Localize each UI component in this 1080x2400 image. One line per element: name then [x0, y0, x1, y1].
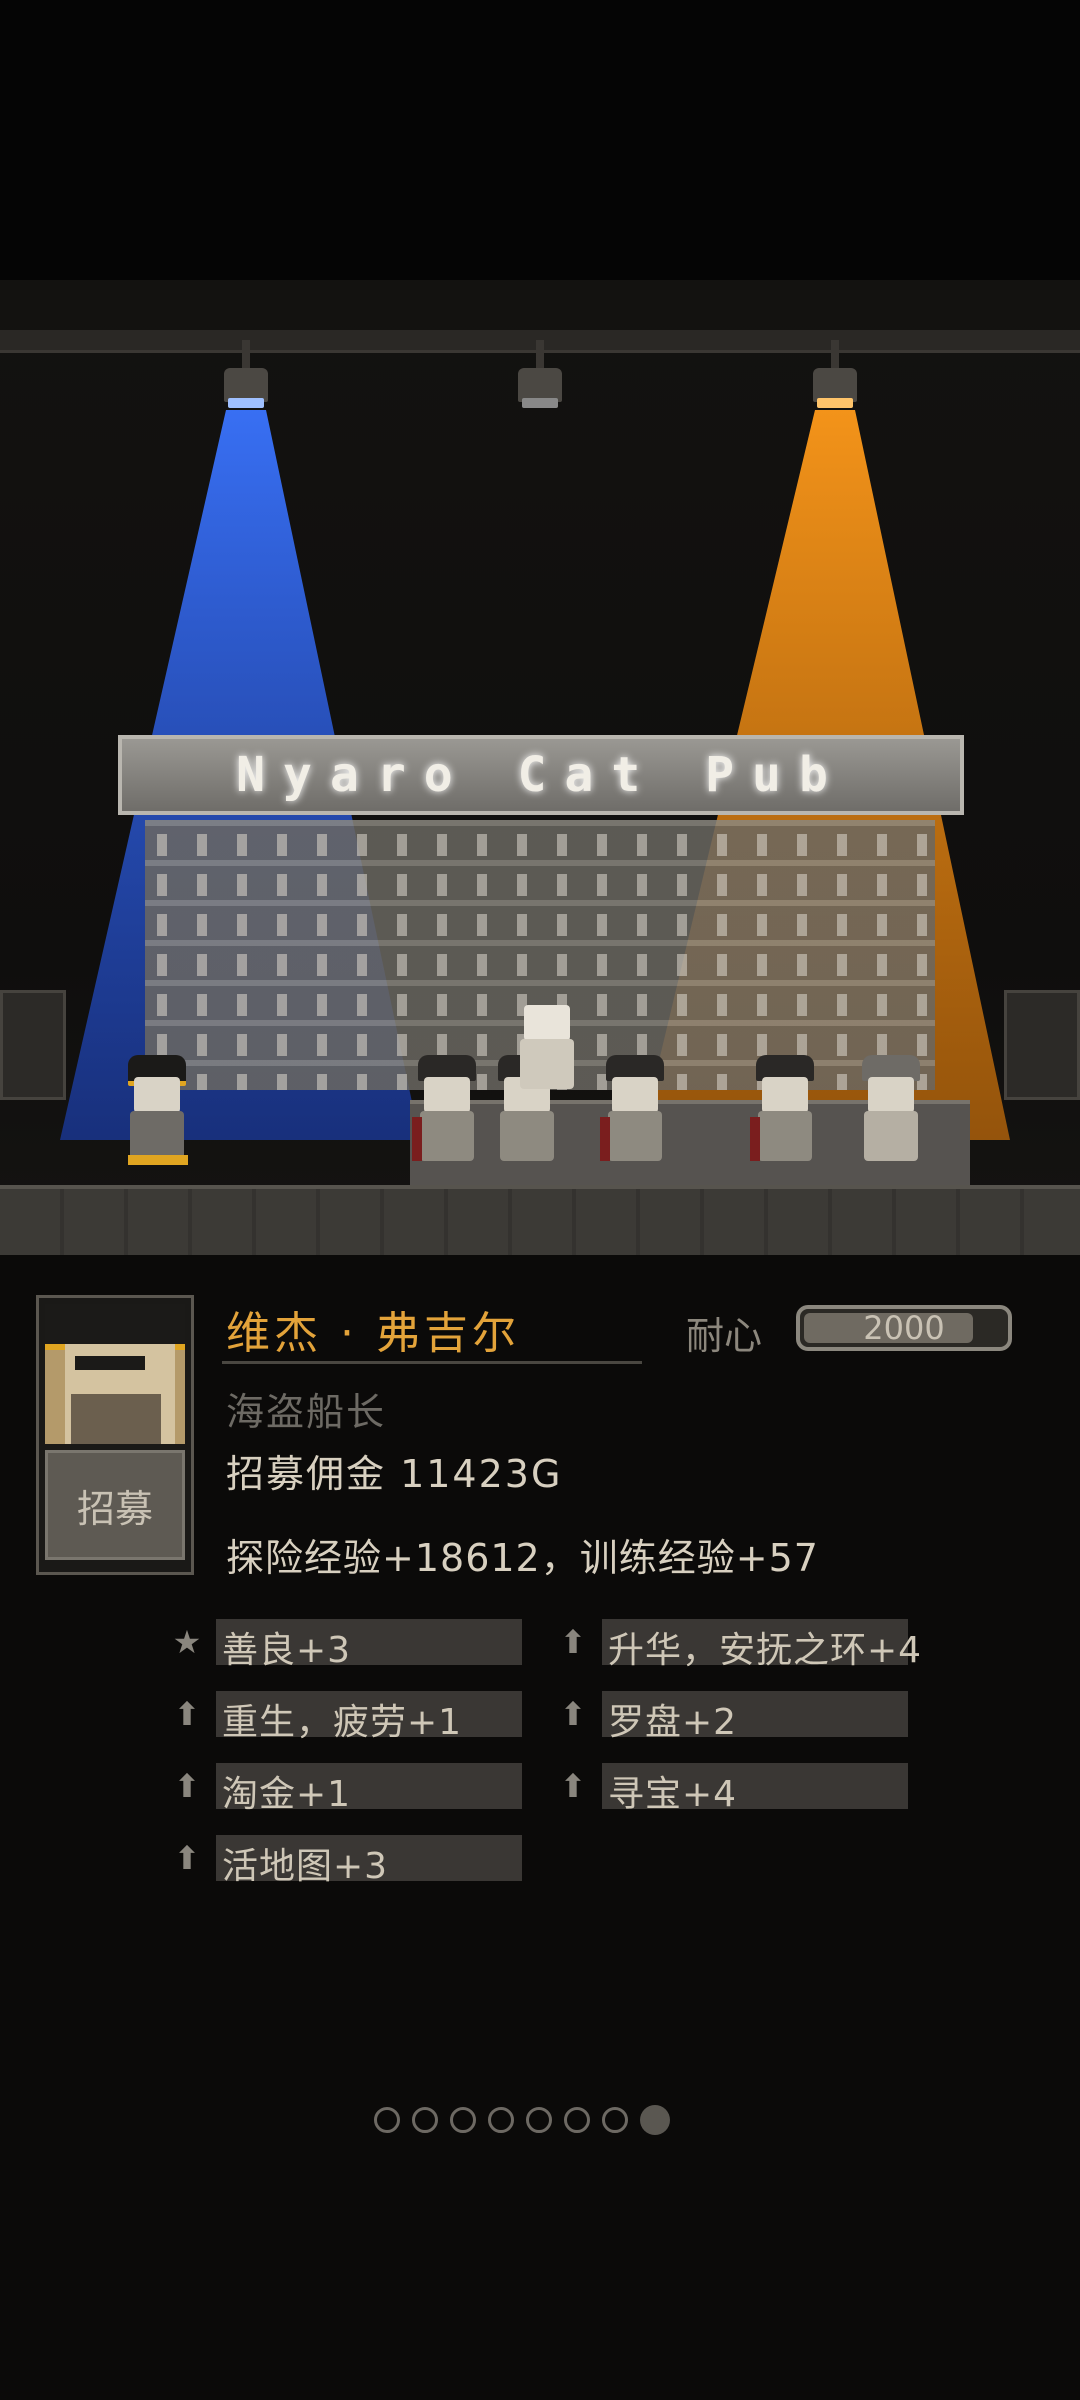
up-arrow-icon: ⬆	[173, 1695, 201, 1733]
crate-right	[1004, 990, 1080, 1100]
page-dot[interactable]	[564, 2107, 590, 2133]
patience-bar: 2000	[796, 1305, 1012, 1351]
page-dot[interactable]	[602, 2107, 628, 2133]
patience-value: 2000	[863, 1309, 945, 1347]
floor	[0, 1185, 1080, 1255]
page-dot[interactable]	[374, 2107, 400, 2133]
up-arrow-icon: ⬆	[559, 1695, 587, 1733]
divider	[222, 1361, 642, 1364]
patience-label: 耐心	[686, 1314, 763, 1358]
up-arrow-icon: ⬆	[173, 1839, 201, 1877]
pub-sign: Nyaro Cat Pub	[118, 735, 964, 815]
page-dot-active[interactable]	[640, 2105, 670, 2135]
crowd-character-4	[750, 1055, 820, 1165]
hero-name: 维杰 · 弗吉尔	[226, 1308, 520, 1359]
page-dot[interactable]	[526, 2107, 552, 2133]
hero-portrait-card: 招募	[36, 1295, 194, 1575]
hero-character[interactable]	[122, 1055, 192, 1165]
page-dot[interactable]	[488, 2107, 514, 2133]
recruit-panel: 招募 维杰 · 弗吉尔 耐心 2000 海盗船长 招募佣金 11423G 探险经…	[0, 1255, 1080, 2400]
recruit-button[interactable]: 招募	[45, 1450, 185, 1560]
pub-scene: Nyaro Cat Pub	[0, 280, 1080, 1255]
star-icon: ★	[172, 1623, 202, 1661]
up-arrow-icon: ⬆	[173, 1767, 201, 1805]
hero-portrait	[45, 1304, 185, 1444]
orange-spotlight-icon	[813, 340, 857, 410]
page-dot[interactable]	[450, 2107, 476, 2133]
crowd-character-3	[600, 1055, 670, 1165]
cat-bartender	[512, 1005, 582, 1115]
recruit-fee: 招募佣金 11423G	[226, 1452, 563, 1496]
page-dot[interactable]	[412, 2107, 438, 2133]
page-indicator[interactable]	[374, 2105, 670, 2135]
blue-spotlight-icon	[224, 340, 268, 410]
crowd-character-1	[412, 1055, 482, 1165]
crate-left	[0, 990, 66, 1100]
up-arrow-icon: ⬆	[559, 1623, 587, 1661]
experience-bonus: 探险经验+18612，训练经验+57	[226, 1536, 819, 1580]
up-arrow-icon: ⬆	[559, 1767, 587, 1805]
hero-title: 海盗船长	[226, 1390, 387, 1434]
crowd-character-5	[856, 1055, 926, 1165]
spotlight-icon	[518, 340, 562, 410]
